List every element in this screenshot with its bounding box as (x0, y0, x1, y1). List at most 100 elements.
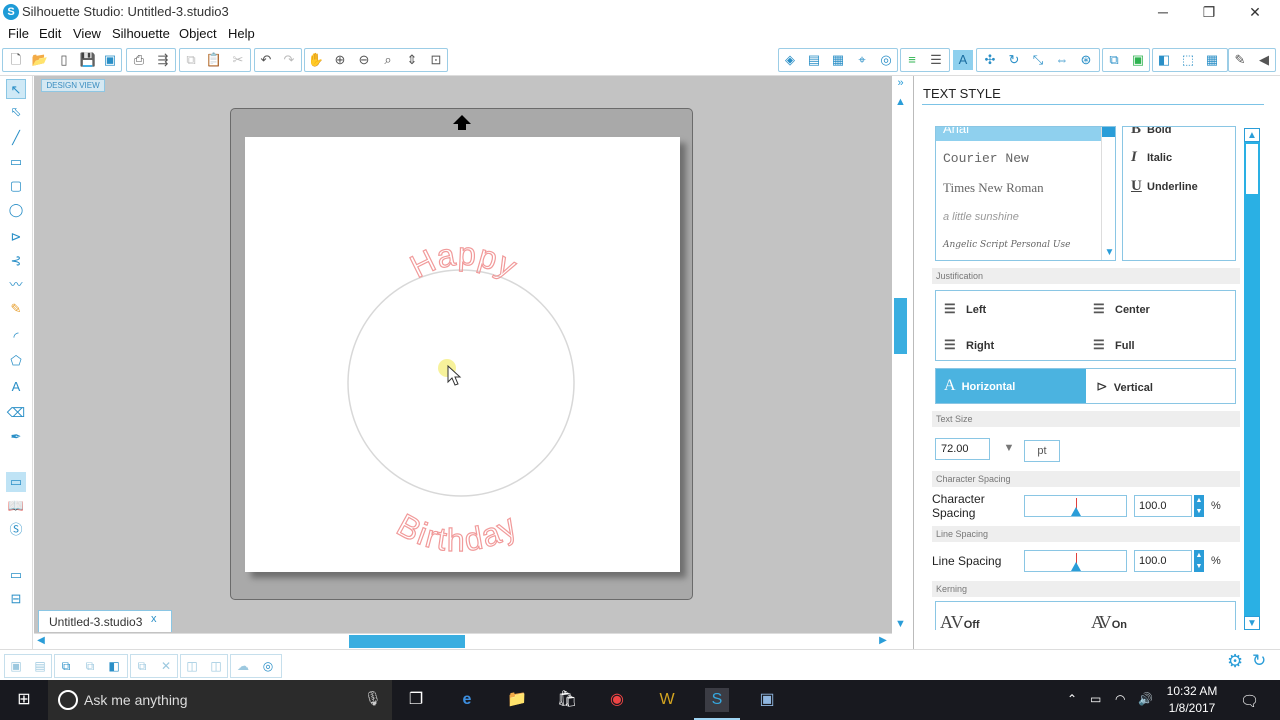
tray-expand-icon[interactable]: ⌃ (1067, 692, 1077, 706)
file-explorer-icon[interactable]: 📁 (505, 688, 529, 712)
menu-silhouette[interactable]: Silhouette (112, 26, 170, 41)
justify-right-button[interactable]: ☰ Right (944, 337, 994, 353)
trace-icon[interactable]: ⬚ (1178, 50, 1198, 70)
kerning-off-button[interactable]: AVOff (940, 612, 980, 630)
design-page-icon[interactable]: ▭ (6, 472, 26, 492)
vertical-scroll-thumb[interactable] (894, 298, 907, 354)
text-tool-icon[interactable]: A (6, 377, 26, 397)
font-item-courier-new[interactable]: Courier New (943, 151, 1029, 166)
microphone-icon[interactable]: 🎙 (364, 690, 382, 707)
drag-zoom-icon[interactable]: ⇕ (402, 50, 422, 70)
rounded-rect-tool-icon[interactable]: ▢ (6, 176, 26, 196)
font-list-scrollbar[interactable]: ▼ (1101, 127, 1115, 260)
undo-icon[interactable]: ↶ (256, 50, 276, 70)
open-file-icon[interactable]: 📂 (30, 50, 50, 70)
minimize-button[interactable]: ─ (1140, 0, 1186, 24)
document-tab[interactable]: Untitled-3.studio3 x (38, 610, 172, 632)
edge-browser-icon[interactable]: e (455, 688, 479, 712)
text-on-path-design[interactable]: Happy Birthday (245, 137, 680, 572)
silhouette-store-icon[interactable]: Ⓢ (6, 520, 26, 540)
windows-start-icon[interactable]: ⊞ (12, 688, 36, 712)
cut-settings-icon[interactable]: ✎ (1230, 50, 1250, 70)
delete-icon[interactable]: ✕ (156, 656, 176, 676)
eraser-tool-icon[interactable]: ⌫ (6, 403, 26, 423)
chrome-icon[interactable]: ◉ (605, 688, 629, 712)
knife-tool-icon[interactable]: ✒ (6, 427, 26, 447)
canvas-vertical-scrollbar[interactable]: » ▲ ▼ (892, 76, 909, 633)
birthday-text[interactable]: Birthday (391, 506, 524, 559)
maximize-button[interactable]: ❐ (1186, 0, 1232, 24)
fill-pattern-icon[interactable]: ▦ (828, 50, 848, 70)
line-spacing-input[interactable]: 100.0 (1134, 550, 1192, 572)
save-to-library-icon[interactable]: ▣ (100, 50, 120, 70)
line-color-icon[interactable]: ⌖ (852, 50, 872, 70)
replicate-icon[interactable]: ⧉ (1104, 50, 1124, 70)
scroll-down-icon[interactable]: ▼ (893, 617, 908, 631)
document-tab-close-icon[interactable]: x (151, 613, 157, 625)
line-spacing-slider[interactable] (1024, 550, 1127, 572)
wifi-icon[interactable]: ◠ (1115, 692, 1125, 706)
polygon-tool-icon[interactable]: ⊳ (6, 227, 26, 247)
cut-icon[interactable]: ✂ (228, 50, 248, 70)
line-tool-icon[interactable]: ╱ (6, 128, 26, 148)
horizontal-scroll-thumb[interactable] (349, 635, 465, 648)
scroll-right-icon[interactable]: ▶ (876, 634, 890, 648)
action-center-icon[interactable]: 🗨 (1240, 692, 1259, 710)
scale-icon[interactable]: ⤡ (1028, 50, 1048, 70)
offset-icon[interactable]: ◧ (1154, 50, 1174, 70)
move-icon[interactable]: ⊛ (1076, 50, 1096, 70)
paste-icon[interactable]: 📋 (204, 50, 224, 70)
fill-color-icon[interactable]: ◈ (780, 50, 800, 70)
zoom-out-icon[interactable]: ⊖ (354, 50, 374, 70)
weld-icon[interactable]: ◧ (104, 656, 124, 676)
rotate-icon[interactable]: ↻ (1004, 50, 1024, 70)
duplicate-icon[interactable]: ⧉ (132, 656, 152, 676)
font-item-a-little-sunshine[interactable]: a little sunshine (943, 211, 1019, 223)
menu-help[interactable]: Help (228, 26, 255, 41)
panel-scroll-thumb[interactable] (1246, 144, 1258, 194)
scroll-up-icon[interactable]: ▲ (893, 95, 908, 109)
zoom-in-icon[interactable]: ⊕ (330, 50, 350, 70)
align-icon[interactable]: ✣ (980, 50, 1000, 70)
save-icon[interactable]: 💾 (78, 50, 98, 70)
regular-polygon-tool-icon[interactable]: ⬠ (6, 351, 26, 371)
justify-center-button[interactable]: ☰ Center (1093, 301, 1150, 317)
fill-icon[interactable]: ☁ (233, 656, 253, 676)
scroll-left-icon[interactable]: ◀ (34, 634, 48, 648)
line-weight-icon[interactable]: ≡ (902, 50, 922, 70)
curve-tool-icon[interactable]: ⊰ (6, 251, 26, 271)
print-icon[interactable]: ⎙ (129, 50, 149, 70)
slider-handle-icon[interactable] (1071, 562, 1081, 571)
text-size-dropdown-icon[interactable]: ▼ (994, 438, 1024, 460)
kerning-on-button[interactable]: AV On (1091, 612, 1127, 630)
character-spacing-slider[interactable] (1024, 495, 1127, 517)
open-library-icon[interactable]: ▯ (54, 50, 74, 70)
make-compound-icon[interactable]: ⧉ (56, 656, 76, 676)
redo-icon[interactable]: ↷ (279, 50, 299, 70)
design-page[interactable]: Happy Birthday (245, 137, 680, 572)
store-icon[interactable]: 🛍 (555, 688, 579, 712)
vertical-button[interactable]: ⊳ Vertical (1086, 369, 1236, 403)
canvas-area[interactable]: DESIGN VIEW Happy Birthday (34, 76, 892, 633)
menu-edit[interactable]: Edit (39, 26, 61, 41)
font-list-scroll-down-icon[interactable]: ▼ (1102, 245, 1115, 260)
panel-collapse-icon[interactable]: » (893, 76, 908, 90)
character-spacing-input[interactable]: 100.0 (1134, 495, 1192, 517)
line-style-icon[interactable]: ◎ (876, 50, 896, 70)
taskbar-clock[interactable]: 10:32 AM 1/8/2017 (1162, 683, 1222, 717)
refresh-icon[interactable]: ↻ (1252, 651, 1272, 671)
smooth-freehand-tool-icon[interactable]: ✎ (6, 299, 26, 319)
release-compound-icon[interactable]: ⧉ (80, 656, 100, 676)
fill-gradient-icon[interactable]: ▤ (804, 50, 824, 70)
font-item-arial[interactable]: Arial (943, 127, 969, 136)
fit-to-page-icon[interactable]: ⊡ (426, 50, 446, 70)
cortana-search-box[interactable]: Ask me anything 🎙 (48, 680, 392, 720)
text-style-icon[interactable]: A (953, 50, 973, 70)
text-size-input[interactable]: 72.00 (935, 438, 990, 460)
style-italic[interactable]: I Italic (1131, 149, 1172, 166)
send-to-silhouette-icon[interactable]: ⇶ (153, 50, 173, 70)
bring-to-front-icon[interactable]: ◫ (182, 656, 202, 676)
send-icon[interactable]: ◀ (1254, 50, 1274, 70)
slider-handle-icon[interactable] (1071, 507, 1081, 516)
warcraft-icon[interactable]: W (655, 688, 679, 712)
